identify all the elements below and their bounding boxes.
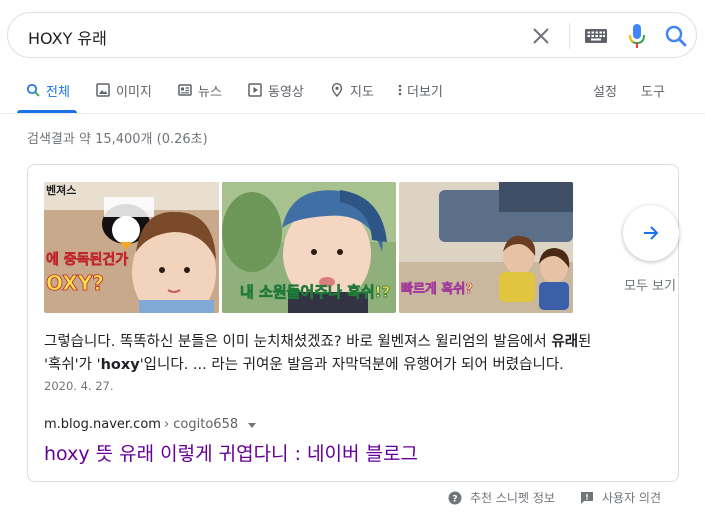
tab-label: 더보기	[407, 85, 443, 100]
tab-videos[interactable]: 동영상	[248, 81, 304, 113]
search-submit-icon[interactable]	[663, 23, 689, 49]
svg-text:OXY?: OXY?	[46, 271, 104, 295]
tab-label: 이미지	[116, 85, 152, 100]
snippet-highlight: 유래	[551, 334, 579, 350]
tab-label: 지도	[350, 85, 374, 100]
tab-maps[interactable]: 지도	[330, 81, 374, 113]
microphone-icon[interactable]	[625, 22, 649, 50]
tools-label: 도구	[641, 85, 665, 100]
more-vert-icon	[398, 84, 402, 96]
tab-images[interactable]: 이미지	[96, 81, 152, 113]
video-icon	[248, 83, 262, 97]
search-icon	[26, 83, 40, 97]
feedback-label: 사용자 의견	[602, 491, 662, 505]
svg-text:내 소원들어주나 혹쉬!?: 내 소원들어주나 혹쉬!?	[240, 283, 390, 301]
featured-snippet: 벤져스 에 중독된건가 OXY? 내 소원들어주나 혹쉬!? 빠르게 혹쉬? 모…	[27, 164, 679, 482]
svg-text:에 중독된건가: 에 중독된건가	[46, 251, 128, 268]
svg-text:빠르게 혹쉬?: 빠르게 혹쉬?	[401, 281, 473, 297]
result-url[interactable]: m.blog.naver.com › cogito658	[44, 417, 257, 432]
snippet-image-1[interactable]: 벤져스 에 중독된건가 OXY?	[44, 182, 219, 313]
snippet-segment: '입니다. ... 라는 귀여운 발음과 자막덕분에 유행어가 되어 버렸습니다…	[139, 357, 564, 373]
about-snippet-link[interactable]: ? 추천 스니펫 정보	[448, 489, 555, 506]
result-title-link[interactable]: hoxy 뜻 유래 이렇게 귀엽다니 : 네이버 블로그	[44, 439, 418, 466]
clear-icon[interactable]	[528, 23, 554, 49]
tab-more[interactable]: 더보기	[396, 81, 443, 113]
svg-text:?: ?	[452, 494, 457, 504]
tab-news[interactable]: 뉴스	[178, 81, 222, 113]
search-input[interactable]: HOXY 유래	[28, 25, 107, 49]
tab-label: 뉴스	[198, 85, 222, 100]
snippet-text: 그렇습니다. 똑똑하신 분들은 이미 눈치채셨겠죠? 바로 윌벤져스 윌리엄의 …	[44, 331, 664, 377]
snippet-highlight: hoxy	[100, 357, 140, 373]
feedback-icon	[581, 491, 593, 504]
settings-label: 설정	[593, 85, 617, 100]
svg-text:벤져스: 벤져스	[46, 183, 76, 197]
tools-link[interactable]: 도구	[641, 81, 665, 113]
snippet-image-3[interactable]: 빠르게 혹쉬?	[399, 182, 573, 313]
view-all-button[interactable]	[623, 205, 679, 261]
url-domain: m.blog.naver.com	[44, 417, 161, 432]
divider	[569, 23, 570, 49]
image-icon	[96, 83, 110, 97]
view-all-label: 모두 보기	[624, 279, 676, 294]
about-snippet-label: 추천 스니펫 정보	[470, 491, 555, 505]
snippet-segment: 된	[578, 334, 592, 350]
news-icon	[178, 84, 192, 96]
settings-link[interactable]: 설정	[593, 81, 617, 113]
arrow-right-icon	[644, 226, 659, 240]
search-tabs: 전체 이미지 뉴스 동영상 지도 더보기 설정 도구	[0, 75, 705, 113]
tab-all[interactable]: 전체	[26, 81, 70, 113]
snippet-segment: 그렇습니다. 똑똑하신 분들은 이미 눈치채셨겠죠? 바로 윌벤져스 윌리엄의 …	[44, 334, 552, 350]
keyboard-icon[interactable]	[583, 25, 611, 47]
snippet-segment: '혹쉬'가 '	[44, 357, 101, 373]
help-icon: ?	[448, 491, 462, 504]
tabs-divider	[0, 113, 705, 114]
map-pin-icon	[331, 83, 343, 97]
snippet-image-2[interactable]: 내 소원들어주나 혹쉬!?	[222, 182, 396, 313]
tab-label: 전체	[46, 85, 70, 100]
feedback-link[interactable]: 사용자 의견	[580, 489, 661, 506]
result-stats: 검색결과 약 15,400개 (0.26초)	[27, 132, 208, 147]
url-path: › cogito658	[163, 417, 239, 432]
caret-down-icon[interactable]	[248, 423, 257, 428]
search-box[interactable]: HOXY 유래	[7, 12, 697, 58]
tab-label: 동영상	[268, 85, 304, 100]
snippet-date: 2020. 4. 27.	[44, 379, 114, 393]
